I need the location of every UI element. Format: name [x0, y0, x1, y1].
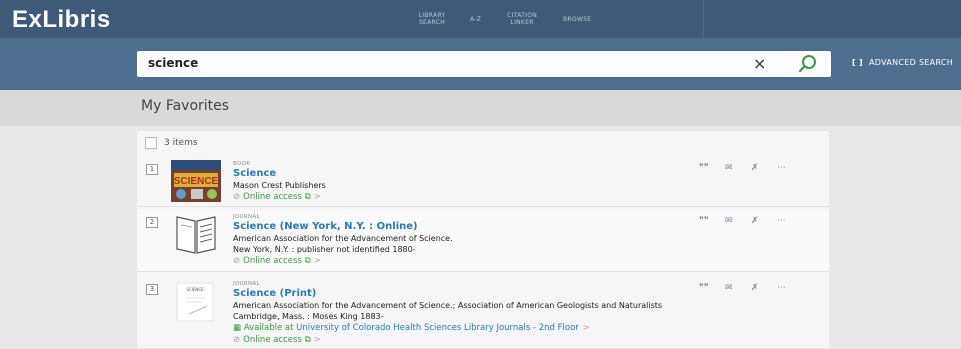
result-number: 3 [146, 284, 158, 295]
result-item[interactable]: 2 JOURNAL Science (New York, N.Y. : Onli… [137, 210, 829, 272]
more-actions-icon[interactable]: ··· [777, 216, 803, 226]
citation-icon[interactable]: ❞❞ [699, 163, 725, 173]
email-icon[interactable]: ✉ [725, 216, 751, 226]
unpin-icon[interactable]: ✗ [751, 216, 777, 226]
top-navigation: LIBRARY SEARCH A-Z CITATION LINKER BROWS… [412, 0, 617, 38]
page-title: My Favorites [141, 98, 230, 114]
result-actions: ❞❞ ✉ ✗ ··· [699, 283, 803, 293]
result-author: American Association for the Advancement… [233, 301, 663, 310]
result-title-link[interactable]: Science (Print) [233, 288, 662, 299]
advanced-search-label: ADVANCED SEARCH [869, 58, 954, 67]
journal-icon-thumbnail[interactable] [171, 213, 221, 255]
building-icon: ▦ [233, 323, 244, 333]
link-icon: ⊘ [233, 192, 241, 202]
favorites-header: My Favorites [0, 90, 961, 126]
result-title-link[interactable]: Science (New York, N.Y. : Online) [233, 221, 453, 232]
search-bar: science × [ ] ADVANCED SEARCH [0, 38, 961, 90]
journal-cover-thumbnail[interactable]: SCIENCE [171, 280, 221, 322]
more-actions-icon[interactable]: ··· [777, 163, 803, 173]
exlibris-logo[interactable]: ExLibris [12, 6, 111, 34]
available-prefix: Available at [243, 323, 294, 333]
book-cover-title: SCIENCE [174, 176, 219, 187]
result-item[interactable]: 1 SCIENCE BOOK Science Mason Crest Publi… [137, 157, 829, 207]
online-access-label: Online access [243, 256, 302, 266]
online-access-label: Online access [243, 192, 302, 202]
advanced-search-button[interactable]: [ ] ADVANCED SEARCH [852, 58, 953, 67]
link-icon: ⊘ [233, 335, 241, 345]
search-query-text[interactable]: science [148, 56, 198, 70]
online-access-link[interactable]: ⊘ Online access ⧉ > [233, 335, 662, 345]
advanced-search-icon: [ ] [852, 58, 863, 67]
result-number: 1 [146, 164, 158, 175]
online-access-label: Online access [243, 335, 302, 345]
citation-icon[interactable]: ❞❞ [699, 283, 725, 293]
result-item[interactable]: 3 SCIENCE JOURNAL Science (Print) Americ… [137, 277, 829, 349]
unpin-icon[interactable]: ✗ [751, 163, 777, 173]
clear-search-icon[interactable]: × [753, 54, 766, 73]
result-author: American Association for the Advancement… [233, 234, 453, 243]
result-title-link[interactable]: Science [233, 168, 326, 179]
search-icon[interactable] [797, 53, 819, 75]
result-publisher: New York, N.Y. : publisher not identifie… [233, 245, 416, 254]
more-actions-icon[interactable]: ··· [777, 283, 803, 293]
nav-library-search[interactable]: LIBRARY SEARCH [412, 12, 452, 26]
chevron-right-icon: > [313, 256, 321, 266]
online-access-link[interactable]: ⊘ Online access ⧉ > [233, 192, 326, 202]
top-bar: ExLibris LIBRARY SEARCH A-Z CITATION LIN… [0, 0, 961, 38]
result-publisher: Cambridge, Mass. : Moses King 1883- [233, 312, 384, 321]
result-number: 2 [146, 217, 158, 228]
email-icon[interactable]: ✉ [725, 163, 751, 173]
resource-type: JOURNAL [233, 214, 260, 220]
items-count: 3 items [164, 138, 198, 148]
select-all-checkbox[interactable] [145, 137, 157, 149]
items-header: 3 items [145, 137, 198, 149]
favorites-list: 3 items 1 SCIENCE BOOK Science Mason Cre… [137, 131, 829, 349]
email-icon[interactable]: ✉ [725, 283, 751, 293]
resource-type: JOURNAL [233, 281, 260, 287]
chevron-right-icon: > [313, 335, 321, 345]
citation-icon[interactable]: ❞❞ [699, 216, 725, 226]
result-actions: ❞❞ ✉ ✗ ··· [699, 163, 803, 173]
link-icon: ⊘ [233, 256, 241, 266]
availability-link[interactable]: ▦ Available at University of Colorado He… [233, 323, 662, 333]
result-publisher: Mason Crest Publishers [233, 181, 326, 190]
online-access-link[interactable]: ⊘ Online access ⧉ > [233, 256, 453, 266]
search-input[interactable]: science × [137, 51, 831, 77]
nav-a-z[interactable]: A-Z [470, 16, 481, 23]
result-details: JOURNAL Science (Print) American Associa… [233, 281, 662, 345]
resource-type: BOOK [233, 161, 251, 167]
book-cover-thumbnail[interactable]: SCIENCE [171, 160, 221, 202]
external-link-icon: ⧉ [304, 192, 311, 202]
external-link-icon: ⧉ [304, 335, 311, 345]
result-details: JOURNAL Science (New York, N.Y. : Online… [233, 214, 453, 266]
external-link-icon: ⧉ [304, 256, 311, 266]
chevron-right-icon: > [582, 323, 590, 333]
chevron-right-icon: > [313, 192, 321, 202]
available-location: University of Colorado Health Sciences L… [296, 323, 579, 333]
journal-cover-title: SCIENCE [186, 287, 204, 292]
nav-divider [703, 0, 704, 38]
nav-browse[interactable]: BROWSE [563, 16, 591, 23]
result-actions: ❞❞ ✉ ✗ ··· [699, 216, 803, 226]
nav-citation-linker[interactable]: CITATION LINKER [507, 12, 537, 26]
unpin-icon[interactable]: ✗ [751, 283, 777, 293]
result-details: BOOK Science Mason Crest Publishers ⊘ Onl… [233, 161, 326, 202]
